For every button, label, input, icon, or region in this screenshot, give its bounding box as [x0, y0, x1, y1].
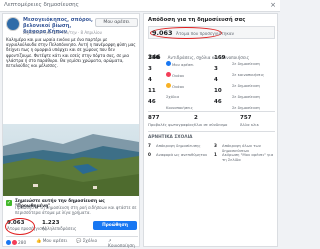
post-meta: Δημοσιεύτηκε από τον/την · 8 Απριλίου [23, 30, 102, 35]
panel-title: Απόδοση για τη δημοσίευσή σας [148, 17, 246, 23]
engagement-label: Αλληλεπιδράσεις [42, 226, 77, 231]
click-label-3: Άλλα κλικ [240, 122, 259, 127]
panel-reach-label: Άτομα που προσεγγίστηκαν [176, 31, 235, 36]
row-value-2: 3 [214, 66, 218, 72]
row-value: 3 [148, 66, 152, 72]
negative-value: 0 [148, 152, 151, 157]
negative-value: 7 [148, 143, 151, 148]
reactions-count: 280 [18, 241, 27, 246]
dialog-header: Λεπτομέρειες δημοσίευσης × [0, 0, 280, 12]
engagement-stat: 1.223 Αλληλεπιδράσεις [42, 220, 76, 231]
negative-row: 7 Απόκρυψη δημοσίευσης 3 Απόκρυψη όλων τ… [148, 143, 275, 153]
negative-value-2: 3 [214, 143, 217, 148]
like-reaction-icon [6, 239, 11, 245]
row-value: 46 [148, 99, 156, 105]
row-value-2: 169 [214, 55, 226, 61]
comment-action-label: Σχόλιο [82, 239, 98, 244]
row-label-2: Σε δημοσίευση [232, 104, 260, 110]
love-reaction-icon [12, 239, 17, 245]
reach-box: 9.063 Άτομα που προσεγγίστηκαν [148, 26, 275, 39]
page-avatar[interactable] [6, 17, 20, 31]
click-row: 757 Άλλα κλικ [240, 115, 275, 127]
comment-action[interactable]: 💬 Σχόλιο [76, 239, 97, 244]
reaction-row: 11 Σχόλια 10 Σε δημοσίευση [148, 88, 275, 99]
row-label-2: Σε δημοσίευση [232, 60, 260, 66]
promote-post-button[interactable]: Προώθηση δημοσίευσης [93, 221, 137, 237]
post-card: Μεσογειόκηπος, σπόροι, βελονικοί βίωση, … [2, 13, 140, 249]
row-value: 11 [148, 88, 156, 94]
click-value: 877 [148, 115, 160, 121]
like-action-label: Μου αρέσει [42, 239, 68, 244]
row-value: 280 [148, 55, 160, 61]
check-icon: ✓ [6, 200, 12, 206]
boost-notice: ✓ Σημειώστε αυτήν την δημοσίευση ως "Προ… [6, 199, 138, 217]
row-label: Σχόλια [166, 93, 179, 99]
click-label: Προβολές φωτογραφίας [148, 122, 195, 127]
reaction-row: 4 Ουάου 4 Σε δημοσίευση [148, 77, 275, 89]
row-value-2: 4 [214, 77, 218, 83]
post-text: Καλημέρα και μια ωραία εικόνα με ένα παρ… [6, 37, 136, 69]
reaction-bar: 280 👍 Μου αρέσει 💬 Σχόλιο ↗ Κοινοποίηση [6, 236, 138, 249]
close-icon[interactable]: × [270, 1, 276, 9]
reach-stat: 9.063 Άτομα προσέγγισης [5, 218, 47, 235]
row-label: Κοινοποιήσεις [166, 104, 193, 110]
performance-panel: Απόδοση για τη δημοσίευσή σας 9.063 Άτομ… [143, 13, 278, 247]
reaction-row: 280 Μου αρέσει 169 Σε δημοσίευση [148, 55, 275, 67]
highlight-circle [5, 218, 35, 235]
row-value-2: 10 [214, 88, 222, 94]
reaction-row: 46 Κοινοποιήσεις 46 Σε δημοσίευση [148, 99, 275, 110]
negative-label: Απόκρυψη δημοσίευσης [156, 143, 201, 149]
boost-text: Προωθήστε τη δημοσίευση στη ροή ειδήσεων… [15, 205, 137, 215]
reactions-summary[interactable]: 280 [6, 239, 26, 246]
click-label-2: Κλικ σε σύνδεσμο [194, 122, 228, 127]
row-value-2: 46 [214, 99, 222, 105]
negative-label-2: Ακύρωση "Μου αρέσει" για τη Σελίδα [222, 152, 274, 163]
row-label-2: Σε δημοσίευση [232, 93, 260, 99]
click-value-2: 2 [194, 115, 198, 121]
share-action[interactable]: ↗ Κοινοποίηση [108, 239, 138, 249]
click-value-3: 757 [240, 115, 252, 121]
divider [148, 111, 275, 112]
like-page-button[interactable]: Μου αρέσει [95, 18, 138, 27]
panel-reach-number: 9.063 [152, 29, 173, 37]
divider [148, 131, 275, 132]
row-label-2: Σε κοινοποιήσεις [232, 71, 265, 77]
reaction-row: 3 Ουάου 3 Σε κοινοποιήσεις [148, 66, 275, 78]
row-value: 4 [148, 77, 152, 83]
dialog-title: Λεπτομέρειες δημοσίευσης [4, 2, 79, 8]
post-photo[interactable] [3, 124, 139, 196]
negative-row: 0 Αναφορά ως ανεπιθύμητου 1 Ακύρωση "Μου… [148, 152, 275, 163]
like-action[interactable]: 👍 Μου αρέσει [36, 239, 67, 244]
negative-title: ΑΡΝΗΤΙΚΑ ΣΧΟΛΙΑ [148, 135, 193, 140]
share-action-label: Κοινοποίηση [108, 244, 135, 249]
negative-value-2: 1 [214, 152, 217, 157]
negative-label: Αναφορά ως ανεπιθύμητου [156, 152, 208, 158]
row-label-2: Σε δημοσίευση [232, 82, 260, 88]
